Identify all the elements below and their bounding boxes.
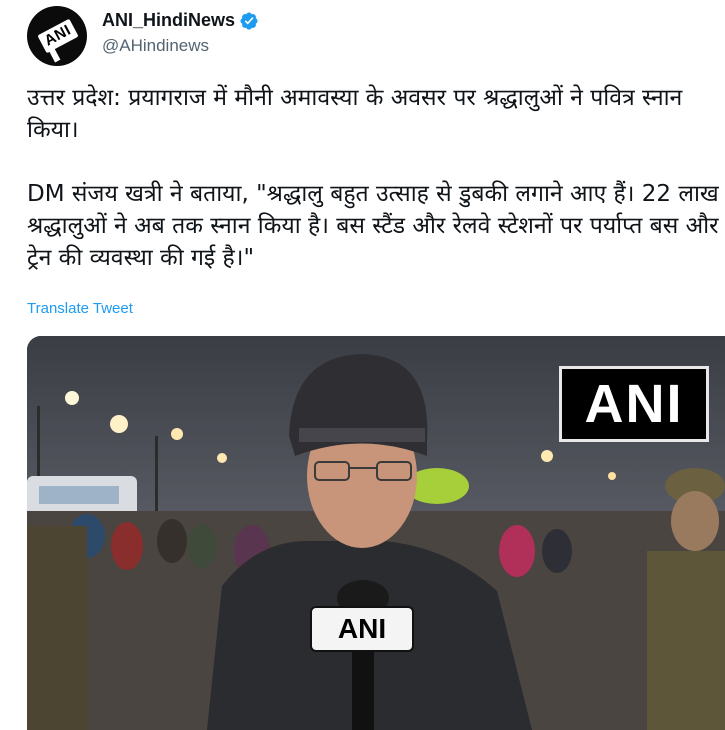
ani-watermark-logo: ANI — [559, 366, 709, 442]
author-display-name[interactable]: ANI_HindiNews — [102, 10, 235, 31]
translate-tweet-link[interactable]: Translate Tweet — [27, 300, 133, 317]
tweet-media-image[interactable]: ANI ANI — [27, 336, 725, 730]
avatar[interactable]: ANI — [27, 6, 87, 66]
microphone-flag-logo: ANI — [310, 606, 414, 652]
avatar-logo-text: ANI — [37, 18, 79, 54]
author-name-row: ANI_HindiNews — [102, 10, 259, 31]
tweet-text: उत्तर प्रदेश: प्रयागराज में मौनी अमावस्य… — [27, 85, 719, 271]
verified-badge-icon — [240, 11, 258, 30]
author-handle[interactable]: @AHindinews — [102, 36, 209, 56]
avatar-mic-shape — [47, 45, 61, 63]
